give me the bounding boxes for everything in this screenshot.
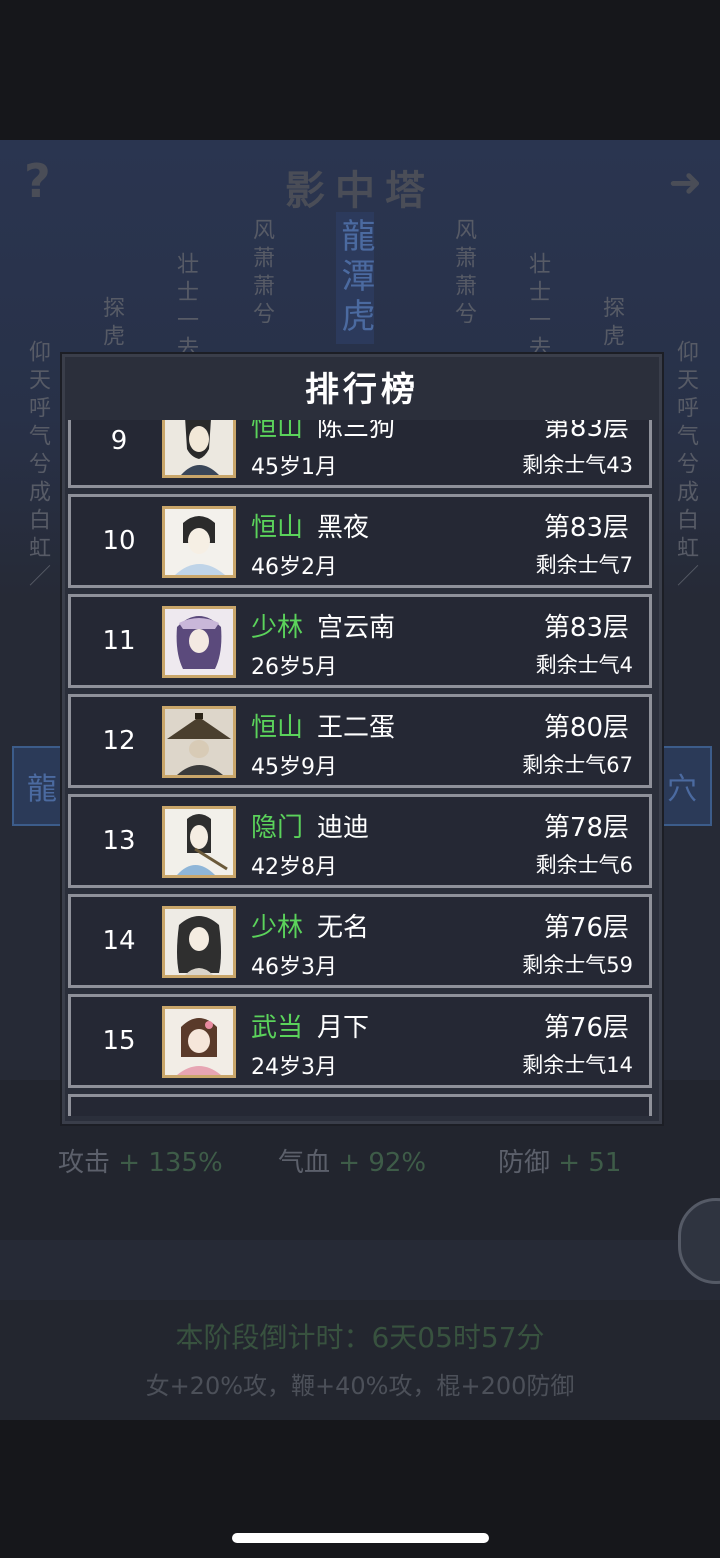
player-age: 42岁8月 bbox=[251, 855, 337, 880]
leaderboard-row[interactable]: 9 恒山 陈三狗 45岁1月 第83层剩余士气43 bbox=[68, 420, 652, 488]
attack-label: 攻击 bbox=[58, 1148, 111, 1178]
ornate-woman-avatar[interactable] bbox=[162, 606, 236, 678]
player-name: 陈三狗 bbox=[317, 420, 396, 443]
player-name: 月下 bbox=[317, 1013, 370, 1043]
player-name: 黑夜 bbox=[317, 513, 370, 543]
tower-level-highlight[interactable]: 龍潭虎 bbox=[335, 212, 375, 344]
tower-floor: 第80层 bbox=[543, 713, 629, 743]
rank-number: 14 bbox=[102, 926, 136, 956]
home-indicator[interactable] bbox=[232, 1533, 489, 1543]
poem-column: 仰天呼气兮成白虹／ bbox=[673, 340, 698, 592]
rank-number: 9 bbox=[110, 426, 128, 456]
tower-floor: 第76层 bbox=[543, 913, 629, 943]
leaderboard-row[interactable]: 12 恒山 王二蛋 45岁9月 第80层剩余士气67 bbox=[68, 694, 652, 788]
hp-value: + 92% bbox=[338, 1148, 427, 1178]
poem-column: 探虎 bbox=[599, 296, 624, 352]
player-age: 46岁2月 bbox=[251, 555, 337, 580]
player-name: 宫云南 bbox=[317, 613, 396, 643]
straw-hat-avatar[interactable] bbox=[162, 706, 236, 778]
tower-floor: 第76层 bbox=[543, 1013, 629, 1043]
tower-floor: 第83层 bbox=[543, 420, 629, 443]
next-arrow-icon[interactable]: ➜ bbox=[668, 160, 702, 206]
poem-column: 探虎 bbox=[99, 296, 124, 352]
remaining-morale: 剩余士气4 bbox=[535, 653, 633, 677]
player-age: 45岁1月 bbox=[251, 455, 337, 480]
remaining-morale: 剩余士气7 bbox=[535, 553, 633, 577]
swordswoman-avatar[interactable] bbox=[162, 906, 236, 978]
tower-title: 影中塔 bbox=[285, 167, 435, 214]
remaining-morale: 剩余士气43 bbox=[522, 453, 633, 477]
long-hair-man-avatar[interactable] bbox=[162, 420, 236, 478]
defense-label: 防御 bbox=[498, 1148, 551, 1178]
modal-title: 排行榜 bbox=[305, 370, 419, 410]
leaderboard-modal: 排行榜 9 恒山 陈三狗 45岁1月 第83层 剩余士气43 10 恒山 黑夜 46岁2月 第83层… bbox=[60, 352, 664, 1126]
tower-floor: 第83层 bbox=[543, 613, 629, 643]
attack-stat: 攻击 + 135% bbox=[58, 1142, 223, 1179]
hp-label: 气血 bbox=[278, 1148, 331, 1178]
remaining-morale: 剩余士气6 bbox=[535, 853, 633, 877]
stage-countdown: 本阶段倒计时：6天05时57分 bbox=[175, 1321, 545, 1354]
player-age: 45岁9月 bbox=[251, 755, 337, 780]
sect-name: 少林 bbox=[251, 913, 304, 943]
player-name: 迪迪 bbox=[317, 813, 370, 843]
hp-stat: 气血 + 92% bbox=[278, 1142, 426, 1179]
poem-column: 风萧萧兮 bbox=[451, 218, 476, 330]
leaderboard-row[interactable]: 11 少林 宫云南 26岁5月 第83层剩余士气4 bbox=[68, 594, 652, 688]
player-age: 46岁3月 bbox=[251, 955, 337, 980]
defense-value: + 51 bbox=[558, 1148, 622, 1178]
leaderboard-list[interactable]: 9 恒山 陈三狗 45岁1月 第83层 剩余士气43 10 恒山 黑夜 46岁2月 第83层 剩余士气… bbox=[68, 420, 656, 1116]
sect-name: 恒山 bbox=[251, 713, 304, 743]
sect-name: 武当 bbox=[251, 1013, 304, 1043]
tower-floor: 第78层 bbox=[543, 813, 629, 843]
stage-buff: 女+20%攻，鞭+40%攻，棍+200防御 bbox=[145, 1372, 575, 1400]
sect-name: 恒山 bbox=[251, 513, 304, 543]
player-name: 无名 bbox=[317, 913, 370, 943]
rank-number: 10 bbox=[102, 526, 136, 556]
defense-stat: 防御 + 51 bbox=[498, 1142, 621, 1179]
poem-column: 壮士一去 bbox=[525, 252, 550, 364]
tower-floor: 第83层 bbox=[543, 513, 629, 543]
sect-name: 隐门 bbox=[251, 813, 304, 843]
rank-number: 12 bbox=[102, 726, 136, 756]
remaining-morale: 剩余士气67 bbox=[522, 753, 633, 777]
poem-column: 风萧萧兮 bbox=[249, 218, 274, 330]
player-age: 26岁5月 bbox=[251, 655, 337, 680]
flute-player-avatar[interactable] bbox=[162, 806, 236, 878]
poem-column: 仰天呼气兮成白虹／ bbox=[25, 340, 50, 592]
leaderboard-row[interactable]: 13 隐门 迪迪 42岁8月 第78层剩余士气6 bbox=[68, 794, 652, 888]
young-man-avatar[interactable] bbox=[162, 506, 236, 578]
player-name: 王二蛋 bbox=[317, 713, 396, 743]
remaining-morale: 剩余士气59 bbox=[522, 953, 633, 977]
attack-value: + 135% bbox=[118, 1148, 223, 1178]
leaderboard-row-partial[interactable] bbox=[68, 1094, 652, 1116]
leaderboard-row[interactable]: 14 少林 无名 46岁3月 第76层剩余士气59 bbox=[68, 894, 652, 988]
sect-name: 少林 bbox=[251, 613, 304, 643]
leaderboard-row[interactable]: 15 武当 月下 24岁3月 第76层剩余士气14 bbox=[68, 994, 652, 1088]
remaining-morale: 剩余士气14 bbox=[522, 1053, 633, 1077]
rank-number: 15 bbox=[102, 1026, 136, 1056]
flower-girl-avatar[interactable] bbox=[162, 1006, 236, 1078]
player-age: 24岁3月 bbox=[251, 1055, 337, 1080]
poem-column: 壮士一去 bbox=[173, 252, 198, 364]
rank-number: 11 bbox=[102, 626, 136, 656]
sect-name: 恒山 bbox=[251, 420, 304, 443]
leaderboard-row[interactable]: 10 恒山 黑夜 46岁2月 第83层剩余士气7 bbox=[68, 494, 652, 588]
rank-number: 13 bbox=[102, 826, 136, 856]
